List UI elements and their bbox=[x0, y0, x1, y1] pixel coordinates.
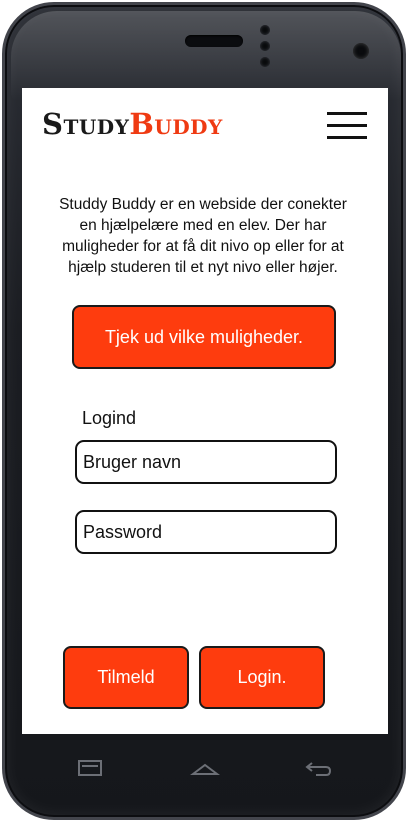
login-heading: Logind bbox=[82, 408, 137, 428]
login-button[interactable]: Login. bbox=[199, 646, 325, 709]
menu-line bbox=[327, 136, 367, 139]
username-input[interactable] bbox=[75, 440, 337, 484]
home-icon[interactable] bbox=[190, 755, 220, 781]
logo-part-study: Study bbox=[42, 107, 130, 141]
menu-icon[interactable] bbox=[327, 112, 367, 140]
sensor bbox=[260, 57, 270, 67]
menu-line bbox=[327, 124, 367, 127]
sensor bbox=[260, 25, 270, 35]
explore-options-button[interactable]: Tjek ud vilke muligheder. bbox=[72, 305, 336, 369]
intro-text: Studdy Buddy er en webside der conekter … bbox=[59, 196, 347, 276]
app-screen: StudyBuddy Studdy Buddy er en webside de… bbox=[22, 88, 388, 734]
recent-apps-icon[interactable] bbox=[76, 755, 104, 781]
password-input[interactable] bbox=[75, 510, 337, 554]
back-icon[interactable] bbox=[302, 755, 334, 781]
earpiece bbox=[185, 35, 243, 47]
sensor bbox=[260, 41, 270, 51]
menu-line bbox=[327, 112, 367, 115]
logo-part-buddy: Buddy bbox=[129, 107, 223, 141]
studybuddy-logo: StudyBuddy bbox=[42, 106, 223, 142]
signup-button[interactable]: Tilmeld bbox=[63, 646, 189, 709]
front-camera bbox=[353, 43, 369, 59]
